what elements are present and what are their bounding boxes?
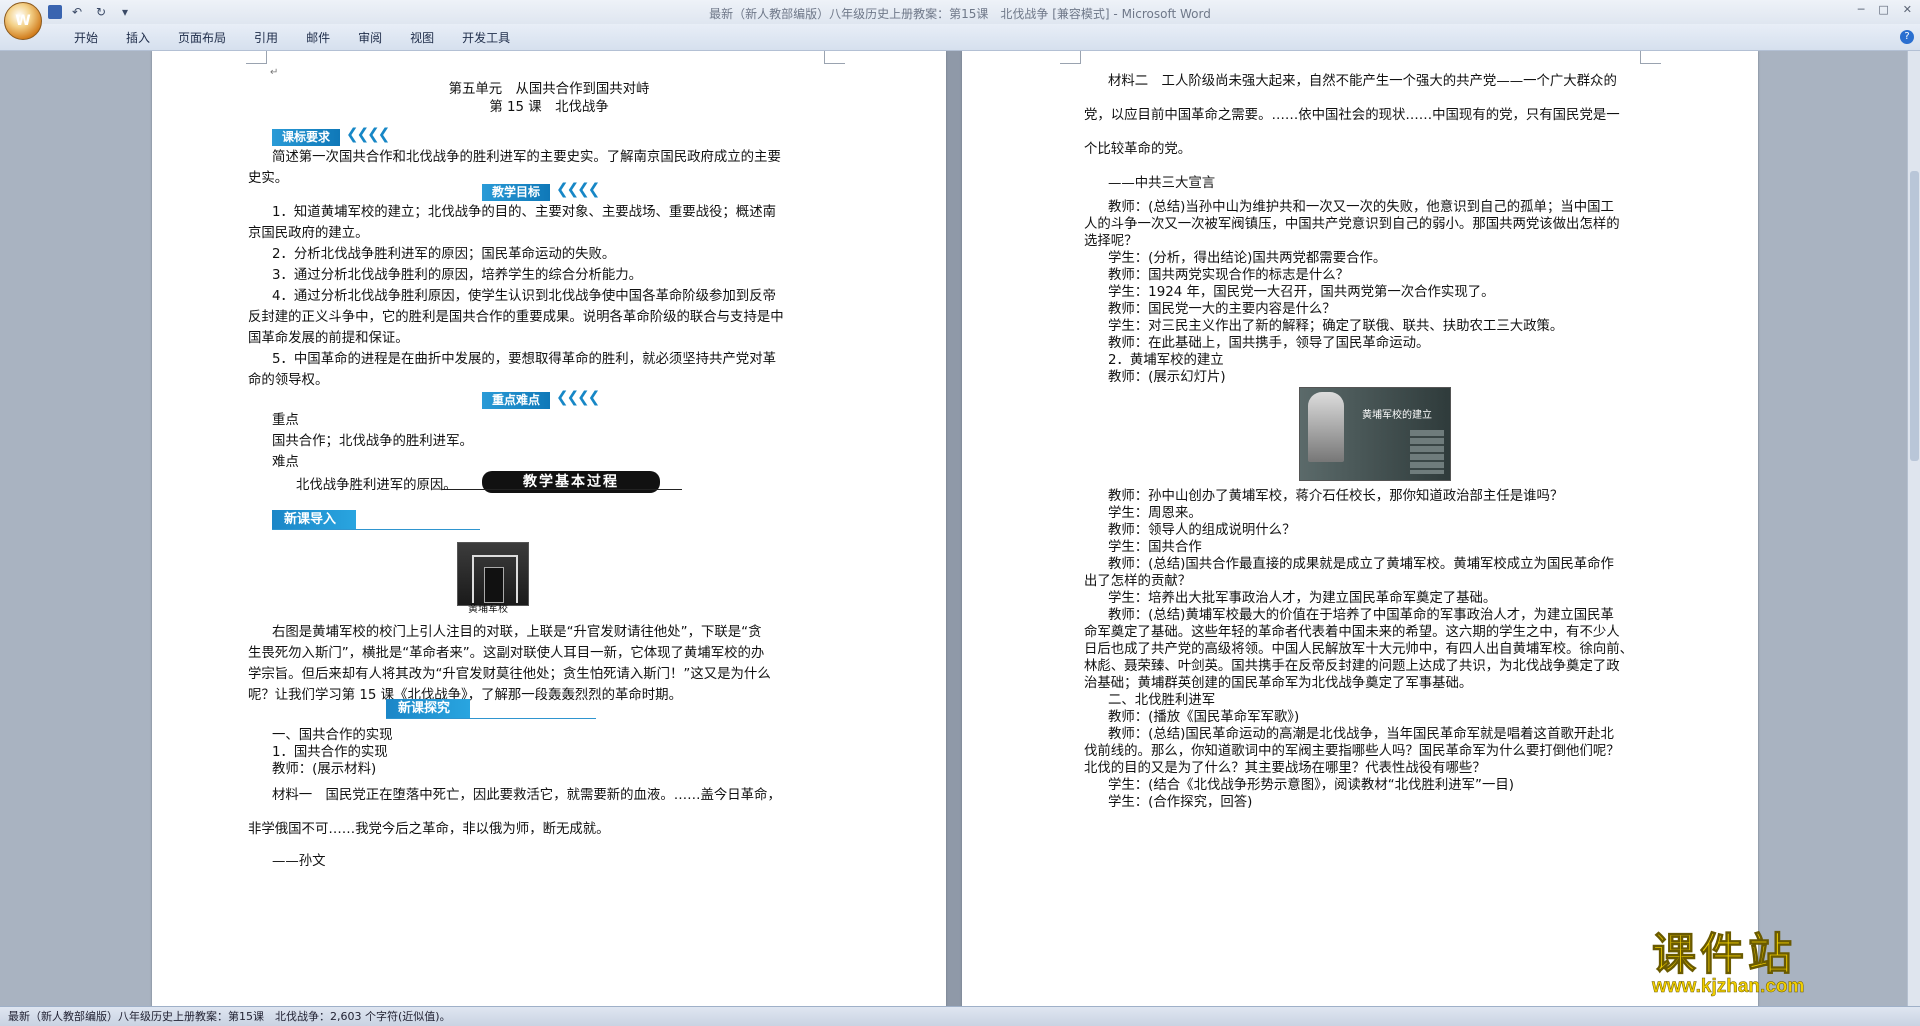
- window-controls: ─ □ ✕: [1858, 3, 1912, 16]
- banner-kebiao: 课标要求: [272, 129, 341, 146]
- slide-title: 黄埔军校的建立: [1362, 410, 1432, 421]
- office-button[interactable]: W: [4, 2, 42, 40]
- redo-icon[interactable]: ↻: [92, 3, 110, 21]
- tab-references[interactable]: 引用: [240, 29, 292, 46]
- quick-access-toolbar: ↶ ↻ ▾: [48, 3, 134, 21]
- page-gap: [946, 51, 962, 1006]
- tab-page-layout[interactable]: 页面布局: [164, 29, 240, 46]
- save-icon[interactable]: [48, 5, 62, 19]
- portrait: [1308, 392, 1344, 462]
- watermark-text: 课件站: [1651, 929, 1796, 981]
- slide-image: 黄埔军校的建立: [1299, 387, 1451, 481]
- margin-corner: [824, 51, 845, 64]
- minimize-button[interactable]: ─: [1858, 3, 1865, 16]
- page-left[interactable]: ↵ 第五单元 从国共合作到国共对峙 第 15 课 北伐战争 课标要求 ❮❮❮❮ …: [152, 51, 946, 1006]
- arrows-icon: ❮❮❮❮: [556, 388, 600, 406]
- status-bar: 最新（新人教部编版）八年级历史上册教案：第15课 北伐战争：2,603 个字符(…: [0, 1006, 1920, 1026]
- document-workspace[interactable]: ↵ 第五单元 从国共合作到国共对峙 第 15 课 北伐战争 课标要求 ❮❮❮❮ …: [0, 51, 1908, 1006]
- scrollbar-thumb[interactable]: [1910, 171, 1919, 461]
- margin-corner: [1640, 51, 1661, 64]
- undo-icon[interactable]: ↶: [68, 3, 86, 21]
- tab-home[interactable]: 开始: [60, 29, 112, 46]
- title-bar: 最新（新人教部编版）八年级历史上册教案：第15课 北伐战争 [兼容模式] - M…: [0, 0, 1920, 24]
- banner-tanjiu: 新课探究: [386, 699, 470, 718]
- huangpu-gate-photo: [457, 542, 529, 606]
- banner-mubiao: 教学目标: [482, 184, 551, 201]
- close-button[interactable]: ✕: [1903, 3, 1912, 16]
- customize-qat-icon[interactable]: ▾: [116, 3, 134, 21]
- margin-corner: [1060, 51, 1081, 64]
- arrows-icon: ❮❮❮❮: [346, 125, 390, 143]
- tab-view[interactable]: 视图: [396, 29, 448, 46]
- photo-caption: 黄埔军校: [468, 604, 508, 615]
- vertical-scrollbar[interactable]: [1907, 51, 1920, 1006]
- tab-developer[interactable]: 开发工具: [448, 29, 524, 46]
- lesson-title: 第 15 课 北伐战争: [489, 100, 609, 115]
- margin-corner: [246, 51, 267, 64]
- tab-insert[interactable]: 插入: [112, 29, 164, 46]
- banner-daoru: 新课导入: [272, 510, 356, 529]
- ribbon-tabs: 开始 插入 页面布局 引用 邮件 审阅 视图 开发工具 ?: [0, 24, 1920, 51]
- watermark-logo: 课件站 www.kjzhan.com: [1651, 918, 1805, 998]
- window-title: 最新（新人教部编版）八年级历史上册教案：第15课 北伐战争 [兼容模式] - M…: [709, 7, 1211, 21]
- help-icon[interactable]: ?: [1900, 30, 1914, 44]
- watermark-url: www.kjzhan.com: [1652, 976, 1805, 998]
- status-text: 最新（新人教部编版）八年级历史上册教案：第15课 北伐战争：2,603 个字符(…: [8, 1010, 451, 1023]
- tab-mailings[interactable]: 邮件: [292, 29, 344, 46]
- page-right[interactable]: 材料二 工人阶级尚未强大起来，自然不能产生一个强大的共产党——一个广大群众的 党…: [962, 51, 1758, 1006]
- banner-zhongdian: 重点难点: [482, 392, 551, 409]
- tab-review[interactable]: 审阅: [344, 29, 396, 46]
- arrows-icon: ❮❮❮❮: [556, 180, 600, 198]
- maximize-button[interactable]: □: [1878, 3, 1888, 16]
